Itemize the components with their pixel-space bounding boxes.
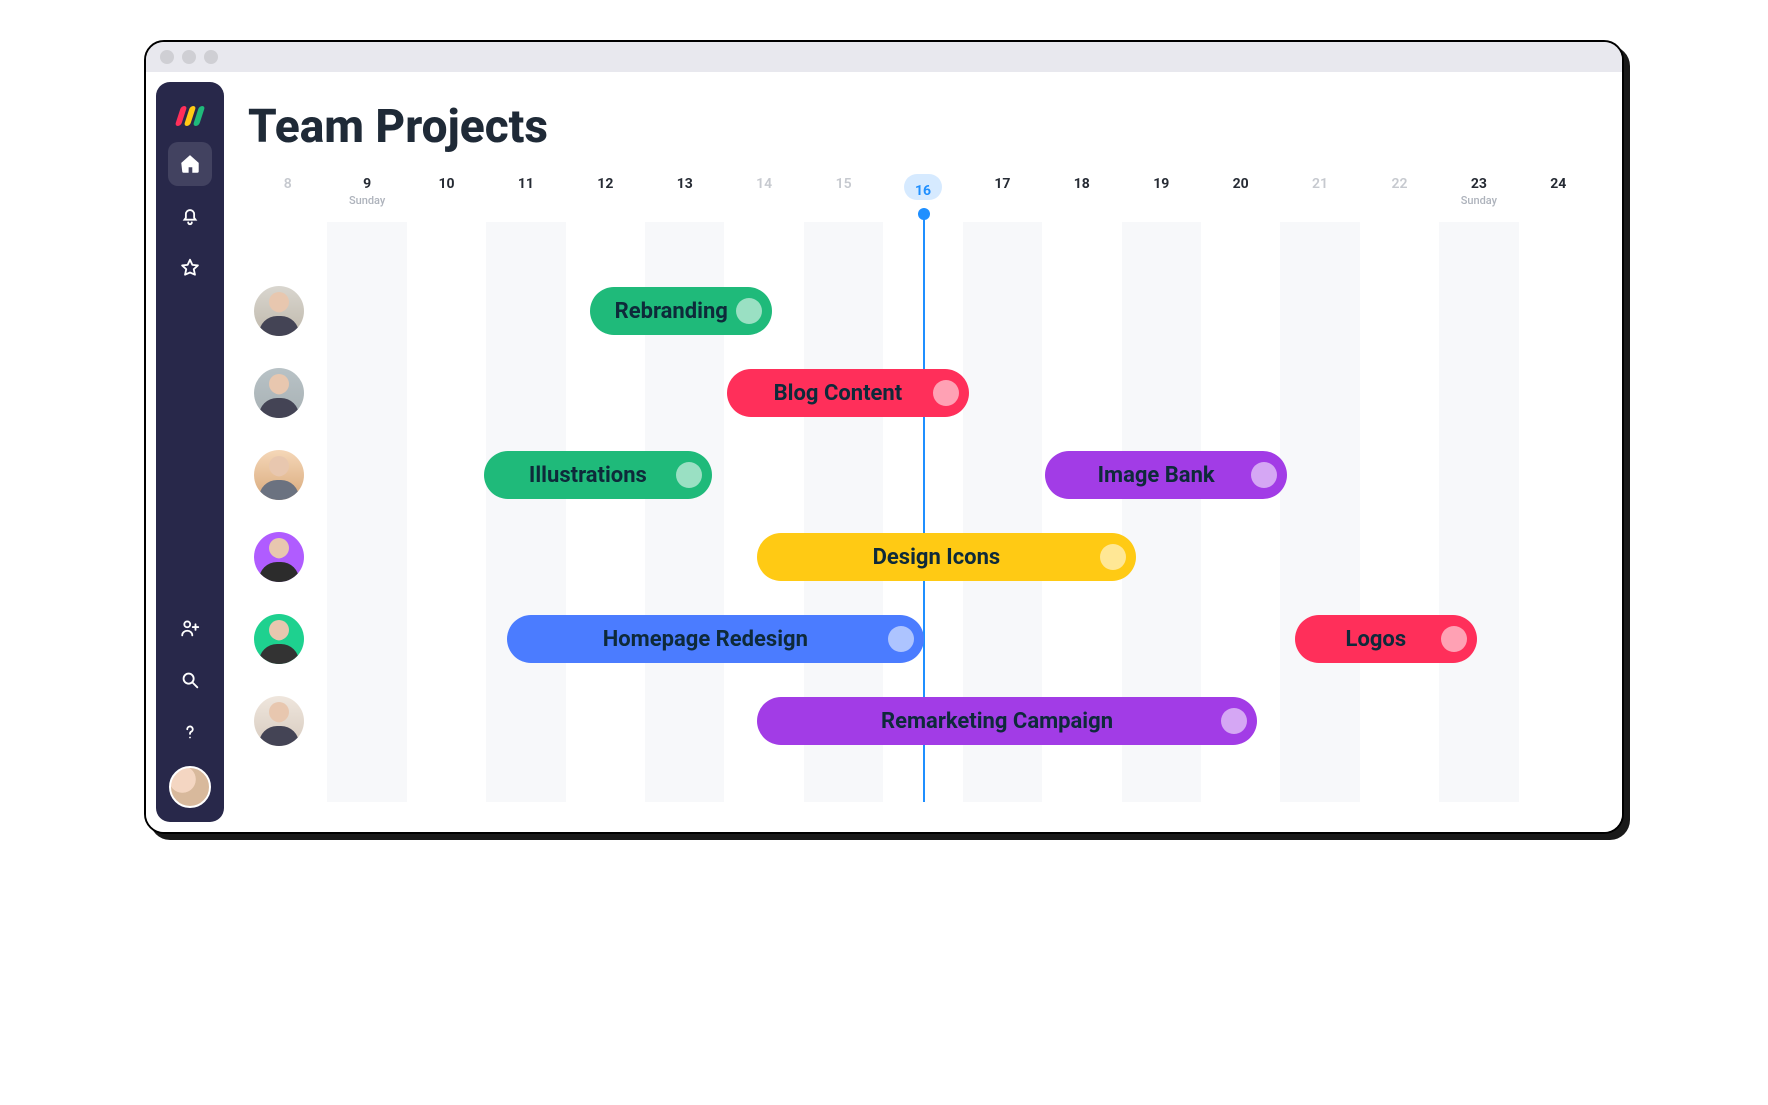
row-track: Remarketing Campaign [310, 680, 1598, 762]
task-label: Design Icons [873, 545, 1001, 570]
row-track: Blog Content [310, 352, 1598, 434]
date-9[interactable]: 9Sunday [327, 172, 406, 222]
task-bar[interactable]: Illustrations [484, 451, 711, 499]
date-8[interactable]: 8 [248, 172, 327, 222]
task-label: Illustrations [529, 463, 647, 488]
main-panel: Team Projects 89Sunday101112131415161718… [224, 72, 1622, 832]
row-avatar[interactable] [254, 368, 304, 418]
task-end-marker [1441, 626, 1467, 652]
maximize-icon[interactable] [204, 50, 218, 64]
task-end-marker [888, 626, 914, 652]
date-13[interactable]: 13 [645, 172, 724, 222]
task-end-marker [1251, 462, 1277, 488]
task-label: Rebranding [615, 299, 728, 324]
row-track: Illustrations Image Bank [310, 434, 1598, 516]
date-23[interactable]: 23Sunday [1439, 172, 1518, 222]
date-22[interactable]: 22 [1360, 172, 1439, 222]
date-14[interactable]: 14 [724, 172, 803, 222]
row-track: Design Icons [310, 516, 1598, 598]
task-bar[interactable]: Remarketing Campaign [757, 697, 1257, 745]
gantt-row: Blog Content [248, 352, 1598, 434]
row-avatar[interactable] [254, 532, 304, 582]
task-end-marker [933, 380, 959, 406]
gantt-row: Homepage Redesign Logos [248, 598, 1598, 680]
content-area: Team Projects 89Sunday101112131415161718… [146, 72, 1622, 832]
timeline: 89Sunday1011121314151617181920212223Sund… [248, 172, 1598, 802]
gantt-row: Remarketing Campaign [248, 680, 1598, 762]
task-bar[interactable]: Logos [1295, 615, 1477, 663]
current-user-avatar[interactable] [169, 766, 211, 808]
close-icon[interactable] [160, 50, 174, 64]
row-track: Rebranding [310, 270, 1598, 352]
task-label: Blog Content [774, 381, 903, 406]
window-titlebar [146, 42, 1622, 72]
sidebar-item-notifications[interactable] [168, 194, 212, 238]
sidebar-item-search[interactable] [168, 658, 212, 702]
task-label: Logos [1346, 627, 1407, 652]
date-18[interactable]: 18 [1042, 172, 1121, 222]
gantt-row: Design Icons [248, 516, 1598, 598]
app-window: Team Projects 89Sunday101112131415161718… [144, 40, 1624, 834]
date-10[interactable]: 10 [407, 172, 486, 222]
sidebar-item-favorites[interactable] [168, 246, 212, 290]
star-icon [179, 257, 201, 279]
add-user-icon [179, 617, 201, 639]
task-label: Image Bank [1098, 463, 1215, 488]
row-avatar[interactable] [254, 450, 304, 500]
date-21[interactable]: 21 [1280, 172, 1359, 222]
gantt-area: Rebranding Blog Content Illustrations Image… [248, 222, 1598, 802]
date-24[interactable]: 24 [1519, 172, 1598, 222]
task-bar[interactable]: Design Icons [757, 533, 1136, 581]
page-title: Team Projects [248, 100, 1598, 154]
task-end-marker [736, 298, 762, 324]
row-avatar[interactable] [254, 696, 304, 746]
gantt-row: Illustrations Image Bank [248, 434, 1598, 516]
home-icon [179, 153, 201, 175]
task-bar[interactable]: Image Bank [1045, 451, 1287, 499]
task-end-marker [1221, 708, 1247, 734]
gantt-row: Rebranding [248, 270, 1598, 352]
task-end-marker [1100, 544, 1126, 570]
sidebar-item-invite[interactable] [168, 606, 212, 650]
task-label: Homepage Redesign [603, 627, 808, 652]
task-bar[interactable]: Rebranding [590, 287, 772, 335]
row-track: Homepage Redesign Logos [310, 598, 1598, 680]
date-15[interactable]: 15 [804, 172, 883, 222]
sidebar-item-help[interactable] [168, 710, 212, 754]
task-end-marker [676, 462, 702, 488]
sidebar-item-home[interactable] [168, 142, 212, 186]
minimize-icon[interactable] [182, 50, 196, 64]
task-label: Remarketing Campaign [881, 709, 1113, 734]
date-17[interactable]: 17 [963, 172, 1042, 222]
gantt-rows: Rebranding Blog Content Illustrations Image… [248, 222, 1598, 762]
sidebar [156, 82, 224, 822]
row-avatar[interactable] [254, 286, 304, 336]
date-11[interactable]: 11 [486, 172, 565, 222]
search-icon [179, 669, 201, 691]
row-avatar[interactable] [254, 614, 304, 664]
logo-icon[interactable] [177, 104, 204, 126]
task-bar[interactable]: Blog Content [727, 369, 969, 417]
help-icon [179, 721, 201, 743]
date-19[interactable]: 19 [1122, 172, 1201, 222]
bell-icon [179, 205, 201, 227]
date-12[interactable]: 12 [566, 172, 645, 222]
date-20[interactable]: 20 [1201, 172, 1280, 222]
task-bar[interactable]: Homepage Redesign [507, 615, 924, 663]
